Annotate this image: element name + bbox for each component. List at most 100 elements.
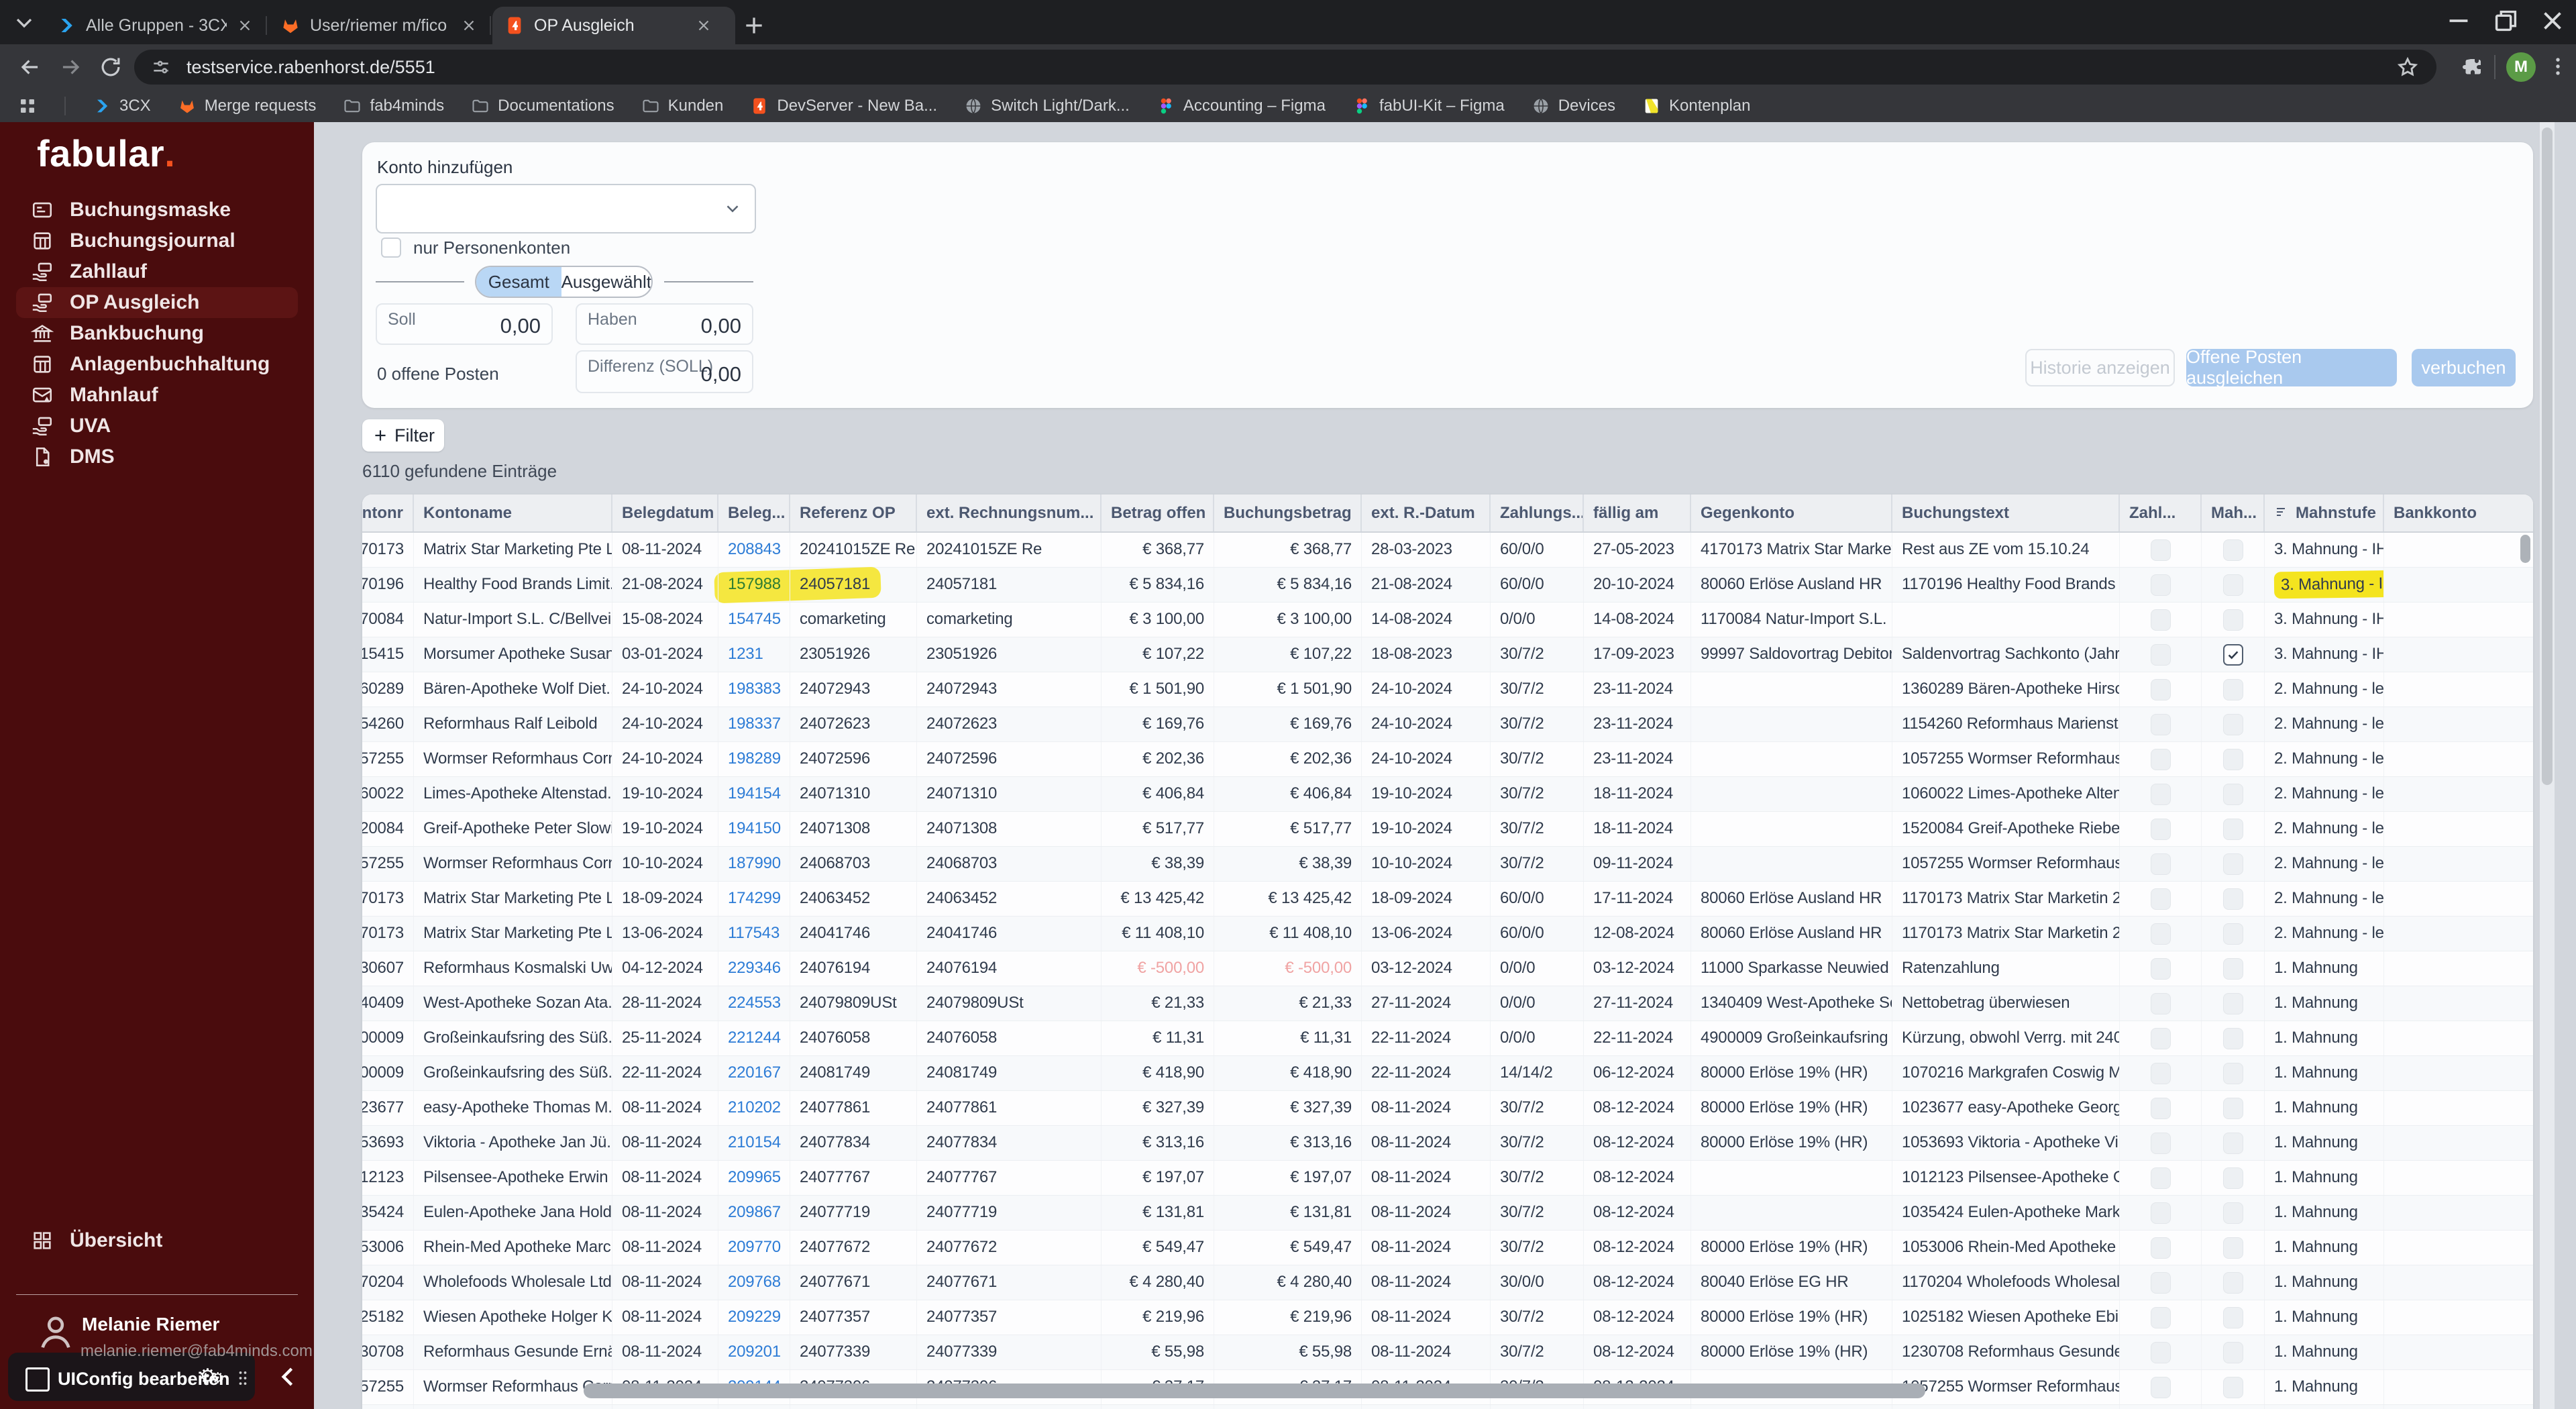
bookmark-0[interactable]: 3CX [93, 97, 151, 115]
beleg-link[interactable]: 209201 [728, 1343, 781, 1361]
beleg-link[interactable]: 187990 [728, 854, 781, 872]
beleg-link[interactable]: 198337 [728, 715, 781, 733]
page-scrollbar[interactable] [2540, 122, 2555, 1409]
sidebar-item-op-ausgleich[interactable]: OP Ausgleich [16, 287, 298, 318]
table-row-10[interactable]: 1170173Matrix Star Marketing Pte L...18-… [362, 882, 2533, 917]
zahl-checkbox[interactable] [2150, 923, 2171, 945]
table-row-8[interactable]: 1520084Greif-Apotheke Peter Slowik19-10-… [362, 812, 2533, 847]
bookmark-2[interactable]: fab4minds [343, 97, 444, 115]
beleg-link[interactable]: 210154 [728, 1133, 781, 1151]
table-row-13[interactable]: 1340409West-Apotheke Sozan Ata...28-11-2… [362, 986, 2533, 1021]
column-header-13[interactable]: Zahl... [2120, 494, 2202, 531]
zahl-checkbox[interactable] [2150, 678, 2171, 700]
column-header-15[interactable]: Mahnstufe [2265, 494, 2384, 531]
tab-close-icon[interactable] [236, 17, 254, 34]
mah-checkbox[interactable] [2222, 748, 2243, 770]
column-header-10[interactable]: fällig am [1584, 494, 1691, 531]
column-header-5[interactable]: ext. Rechnungsnum... [917, 494, 1102, 531]
beleg-link[interactable]: 1231 [728, 645, 763, 663]
zahl-checkbox[interactable] [2150, 643, 2171, 666]
verbuchen-button[interactable]: verbuchen [2412, 349, 2516, 386]
mah-checkbox[interactable] [2222, 1271, 2243, 1294]
zahl-checkbox[interactable] [2150, 1202, 2171, 1224]
window-restore-button[interactable] [2490, 5, 2521, 36]
beleg-link[interactable]: 154745 [728, 610, 781, 628]
table-row-18[interactable]: 1012123Pilsensee-Apotheke Erwin ...08-11… [362, 1161, 2533, 1196]
bookmark-6[interactable]: Switch Light/Dark... [964, 97, 1130, 115]
mah-checkbox[interactable] [2222, 818, 2243, 840]
zahl-checkbox[interactable] [2150, 609, 2171, 631]
gears-icon[interactable]: ⚙⚙ [199, 1365, 225, 1388]
zahl-checkbox[interactable] [2150, 818, 2171, 840]
mah-checkbox[interactable] [2222, 574, 2243, 596]
zahl-checkbox[interactable] [2150, 1167, 2171, 1189]
bookmark-4[interactable]: Kunden [641, 97, 723, 115]
mah-checkbox[interactable] [2222, 783, 2243, 805]
bookmark-3[interactable]: Documentations [471, 97, 614, 115]
table-row-17[interactable]: 1053693Viktoria - Apotheke Jan Jü...08-1… [362, 1126, 2533, 1161]
bookmark-8[interactable]: fabUI-Kit – Figma [1352, 97, 1505, 115]
profile-avatar[interactable]: M [2506, 52, 2536, 82]
table-row-12[interactable]: 1230607Reformhaus Kosmalski Uw...04-12-2… [362, 951, 2533, 986]
table-row-11[interactable]: 1170173Matrix Star Marketing Pte L...13-… [362, 917, 2533, 951]
sidebar-item-zahllauf[interactable]: Zahllauf [0, 256, 314, 287]
beleg-link[interactable]: 224553 [728, 994, 781, 1012]
zahl-checkbox[interactable] [2150, 1062, 2171, 1084]
sidebar-item-buchungsmaske[interactable]: Buchungsmaske [0, 195, 314, 225]
table-row-23[interactable]: 1230708Reformhaus Gesunde Ernä...08-11-2… [362, 1335, 2533, 1370]
table-row-6[interactable]: 1057255Wormser Reformhaus Corn...24-10-2… [362, 742, 2533, 777]
filter-button[interactable]: Filter [362, 419, 444, 452]
table-row-21[interactable]: 1170204Wholefoods Wholesale Ltd...08-11-… [362, 1265, 2533, 1300]
mah-checkbox[interactable] [2222, 1167, 2243, 1189]
table-row-3[interactable]: 1115415Morsumer Apotheke Susan...03-01-2… [362, 637, 2533, 672]
beleg-link[interactable]: 229346 [728, 959, 781, 977]
bookmark-10[interactable]: Kontenplan [1642, 97, 1751, 115]
bookmark-1[interactable]: Merge requests [178, 97, 316, 115]
table-row-14[interactable]: 4900009Großeinkaufsring des Süß...25-11-… [362, 1021, 2533, 1056]
forward-button[interactable] [58, 54, 83, 80]
toggle-gesamt[interactable]: Gesamt [476, 267, 561, 297]
tab-close-icon[interactable] [460, 17, 478, 34]
mah-checkbox[interactable] [2222, 609, 2243, 631]
zahl-checkbox[interactable] [2150, 748, 2171, 770]
bookmark-star-icon[interactable] [2396, 56, 2419, 79]
page-scrollbar-thumb[interactable] [2542, 127, 2553, 785]
column-header-8[interactable]: ext. R.-Datum [1362, 494, 1491, 531]
column-header-12[interactable]: Buchungstext [1892, 494, 2120, 531]
table-row-0[interactable]: 1170173Matrix Star Marketing Pte L...08-… [362, 533, 2533, 568]
column-header-3[interactable]: Beleg... [718, 494, 790, 531]
mah-checkbox[interactable] [2222, 888, 2243, 910]
extensions-icon[interactable] [2461, 55, 2485, 79]
browser-tab-2[interactable]: OP Ausgleich [492, 7, 735, 44]
new-tab-button[interactable] [741, 12, 767, 39]
mah-checkbox[interactable] [2222, 957, 2243, 980]
beleg-link[interactable]: 194150 [728, 819, 781, 837]
sidebar-collapse-icon[interactable] [274, 1362, 303, 1392]
zahl-checkbox[interactable] [2150, 1027, 2171, 1049]
mah-checkbox[interactable] [2222, 678, 2243, 700]
beleg-link[interactable]: 198289 [728, 749, 781, 768]
mah-checkbox[interactable] [2222, 1306, 2243, 1328]
column-header-6[interactable]: Betrag offen [1102, 494, 1214, 531]
beleg-link[interactable]: 157988 [728, 575, 781, 593]
beleg-link[interactable]: 209229 [728, 1308, 781, 1326]
beleg-link[interactable]: 117543 [728, 924, 780, 942]
zahl-checkbox[interactable] [2150, 1306, 2171, 1328]
browser-tab-1[interactable]: User/riemer m/fico dunning edi [268, 7, 491, 44]
mah-checkbox[interactable] [2222, 1376, 2243, 1398]
tab-close-icon[interactable] [695, 17, 712, 34]
mah-checkbox-checked[interactable] [2222, 643, 2243, 666]
window-minimize-button[interactable] [2443, 5, 2474, 36]
beleg-link[interactable]: 221244 [728, 1029, 781, 1047]
beleg-link[interactable]: 210202 [728, 1098, 781, 1116]
apps-grid-icon[interactable] [17, 96, 38, 116]
mah-checkbox[interactable] [2222, 1202, 2243, 1224]
column-header-14[interactable]: Mah... [2202, 494, 2265, 531]
table-row-4[interactable]: 1360289Bären-Apotheke Wolf Diet...24-10-… [362, 672, 2533, 707]
column-header-0[interactable]: Kontonr. [362, 494, 414, 531]
zahl-checkbox[interactable] [2150, 1132, 2171, 1154]
sidebar-item-dms[interactable]: DMS [0, 441, 314, 472]
mah-checkbox[interactable] [2222, 1062, 2243, 1084]
horizontal-scrollbar-thumb[interactable] [584, 1384, 1925, 1398]
drag-grip-icon[interactable] [233, 1369, 252, 1388]
